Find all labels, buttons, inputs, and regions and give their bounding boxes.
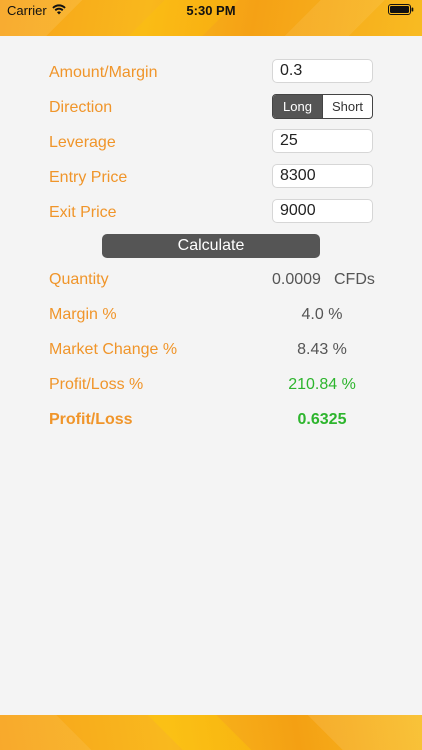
quantity-unit: CFDs [334, 271, 375, 288]
market-change-row: Market Change % 8.43 % [0, 336, 422, 364]
entry-price-input[interactable] [272, 164, 373, 188]
quantity-label: Quantity [49, 271, 109, 288]
direction-segmented-control[interactable]: Long Short [272, 94, 373, 119]
margin-percent-label: Margin % [49, 306, 117, 323]
profit-loss-percent-row: Profit/Loss % 210.84 % [0, 371, 422, 399]
exit-price-row: Exit Price [0, 199, 422, 227]
market-change-label: Market Change % [49, 341, 178, 358]
calculate-button[interactable]: Calculate [102, 234, 320, 258]
quantity-value: 0.0009 [272, 271, 321, 288]
footer-banner [0, 715, 422, 750]
clock-label: 5:30 PM [186, 3, 236, 18]
entry-price-label: Entry Price [49, 169, 128, 186]
amount-row: Amount/Margin [0, 59, 422, 87]
direction-long-segment[interactable]: Long [273, 95, 322, 118]
profit-loss-label: Profit/Loss [49, 411, 133, 428]
leverage-input[interactable] [272, 129, 373, 153]
direction-label: Direction [49, 99, 113, 116]
status-bar: Carrier 5:30 PM [0, 0, 422, 36]
profit-loss-row: Profit/Loss 0.6325 [0, 406, 422, 434]
exit-price-label: Exit Price [49, 204, 117, 221]
leverage-row: Leverage [0, 129, 422, 157]
margin-percent-value: 4.0 % [301, 306, 343, 323]
amount-label: Amount/Margin [49, 64, 158, 81]
entry-price-row: Entry Price [0, 164, 422, 192]
quantity-row: Quantity 0.0009 CFDs [0, 266, 422, 294]
margin-row: Margin % 4.0 % [0, 301, 422, 329]
exit-price-input[interactable] [272, 199, 373, 223]
profit-loss-percent-label: Profit/Loss % [49, 376, 144, 393]
market-change-value: 8.43 % [297, 341, 347, 358]
leverage-label: Leverage [49, 134, 116, 151]
profit-loss-percent-value: 210.84 % [288, 376, 356, 393]
direction-short-segment[interactable]: Short [322, 95, 372, 118]
profit-loss-value: 0.6325 [297, 411, 347, 428]
amount-input[interactable] [272, 59, 373, 83]
battery-icon [388, 4, 414, 15]
direction-row: Direction Long Short [0, 94, 422, 122]
